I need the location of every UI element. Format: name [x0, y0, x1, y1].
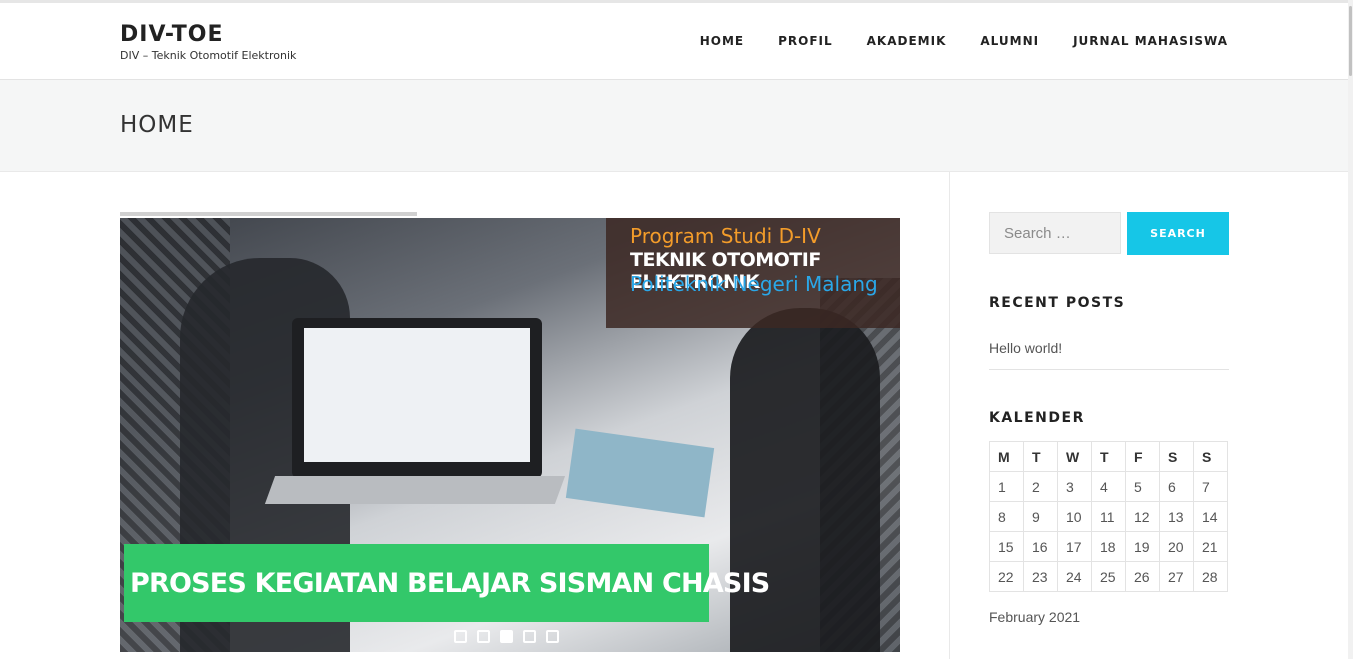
calendar-day-header: F — [1125, 441, 1160, 472]
slide-dot[interactable] — [454, 630, 467, 643]
calendar-day: 4 — [1091, 471, 1126, 502]
calendar-day-header: W — [1057, 441, 1092, 472]
site-title[interactable]: DIV-TOE — [120, 23, 296, 47]
calendar-day-header: S — [1193, 441, 1228, 472]
calendar-day: 18 — [1091, 531, 1126, 562]
calendar-day: 6 — [1159, 471, 1194, 502]
slide-dot[interactable] — [477, 630, 490, 643]
calendar-day: 10 — [1057, 501, 1092, 532]
calendar-week-row: 8 9 10 11 12 13 14 — [989, 501, 1228, 532]
calendar-day: 26 — [1125, 561, 1160, 592]
calendar-day: 7 — [1193, 471, 1228, 502]
calendar-day: 24 — [1057, 561, 1092, 592]
nav-item-profil[interactable]: PROFIL — [778, 34, 833, 48]
calendar-week-row: 15 16 17 18 19 20 21 — [989, 531, 1228, 562]
calendar-day-header: M — [989, 441, 1024, 472]
calendar-day: 23 — [1023, 561, 1058, 592]
calendar-month-label: February 2021 — [989, 609, 1081, 625]
calendar-day: 15 — [989, 531, 1024, 562]
site-branding: DIV-TOE DIV – Teknik Otomotif Elektronik — [120, 23, 297, 63]
calendar-day-header: T — [1091, 441, 1126, 472]
slide-dot[interactable] — [546, 630, 559, 643]
calendar-day: 14 — [1193, 501, 1228, 532]
calendar-day: 21 — [1193, 531, 1228, 562]
calendar-day: 8 — [989, 501, 1024, 532]
divider — [989, 369, 1229, 370]
calendar-day: 9 — [1023, 501, 1058, 532]
calendar-day: 11 — [1091, 501, 1126, 532]
laptop-keyboard — [264, 476, 566, 504]
site-header: DIV-TOE DIV – Teknik Otomotif Elektronik… — [0, 3, 1348, 80]
nav-item-alumni[interactable]: ALUMNI — [980, 34, 1039, 48]
image-slider[interactable]: Program Studi D-IV TEKNIK OTOMOTIF ELEKT… — [120, 218, 900, 652]
student-figure — [730, 308, 880, 652]
sidebar-divider — [949, 172, 950, 659]
calendar-week-row: 22 23 24 25 26 27 28 — [989, 561, 1228, 592]
calendar-day: 12 — [1125, 501, 1160, 532]
calendar-day: 5 — [1125, 471, 1160, 502]
slide-caption-text: PROSES KEGIATAN BELAJAR SISMAN CHASIS — [130, 568, 770, 599]
books-image — [565, 428, 715, 518]
laptop-image — [292, 318, 542, 478]
recent-posts-title: RECENT POSTS — [989, 295, 1126, 311]
laptop-screen — [304, 328, 530, 462]
slide-dot[interactable] — [523, 630, 536, 643]
recent-post-link[interactable]: Hello world! — [989, 340, 1062, 356]
site-tagline: DIV – Teknik Otomotif Elektronik — [120, 49, 297, 62]
program-banner: Program Studi D-IV TEKNIK OTOMOTIF ELEKT… — [606, 218, 900, 328]
scrollbar[interactable] — [1348, 0, 1353, 659]
calendar-day: 16 — [1023, 531, 1058, 562]
calendar-day: 1 — [989, 471, 1024, 502]
slide-dot-active[interactable] — [500, 630, 513, 643]
page-title: HOME — [120, 112, 194, 138]
program-study-label: Program Studi D-IV — [630, 224, 821, 248]
calendar-day: 25 — [1091, 561, 1126, 592]
calendar-day-header: T — [1023, 441, 1058, 472]
calendar-title: KALENDER — [989, 410, 1085, 426]
calendar-header-row: M T W T F S S — [989, 441, 1228, 472]
slider-progress-bar — [120, 212, 417, 216]
calendar-day: 20 — [1159, 531, 1194, 562]
page-title-bar: HOME — [0, 80, 1348, 172]
nav-item-home[interactable]: HOME — [700, 34, 744, 48]
calendar-week-row: 1 2 3 4 5 6 7 — [989, 471, 1228, 502]
calendar-day: 28 — [1193, 561, 1228, 592]
calendar-day: 3 — [1057, 471, 1092, 502]
scrollbar-thumb[interactable] — [1349, 6, 1352, 76]
slide-caption: PROSES KEGIATAN BELAJAR SISMAN CHASIS — [124, 544, 770, 622]
search-button[interactable]: SEARCH — [1127, 212, 1229, 255]
calendar-day: 22 — [989, 561, 1024, 592]
calendar-day: 2 — [1023, 471, 1058, 502]
calendar-day: 19 — [1125, 531, 1160, 562]
main-nav: HOME PROFIL AKADEMIK ALUMNI JURNAL MAHAS… — [666, 34, 1228, 48]
calendar-day: 17 — [1057, 531, 1092, 562]
nav-item-akademik[interactable]: AKADEMIK — [867, 34, 947, 48]
nav-item-jurnal-mahasiswa[interactable]: JURNAL MAHASISWA — [1073, 34, 1228, 48]
calendar-day: 13 — [1159, 501, 1194, 532]
calendar-table: M T W T F S S 1 2 3 4 5 6 7 8 9 10 11 12… — [989, 441, 1228, 592]
institution-label: Politeknik Negeri Malang — [630, 272, 878, 296]
calendar-day-header: S — [1159, 441, 1194, 472]
slider-pagination — [454, 630, 559, 643]
search-input[interactable] — [989, 212, 1121, 254]
calendar-day: 27 — [1159, 561, 1194, 592]
